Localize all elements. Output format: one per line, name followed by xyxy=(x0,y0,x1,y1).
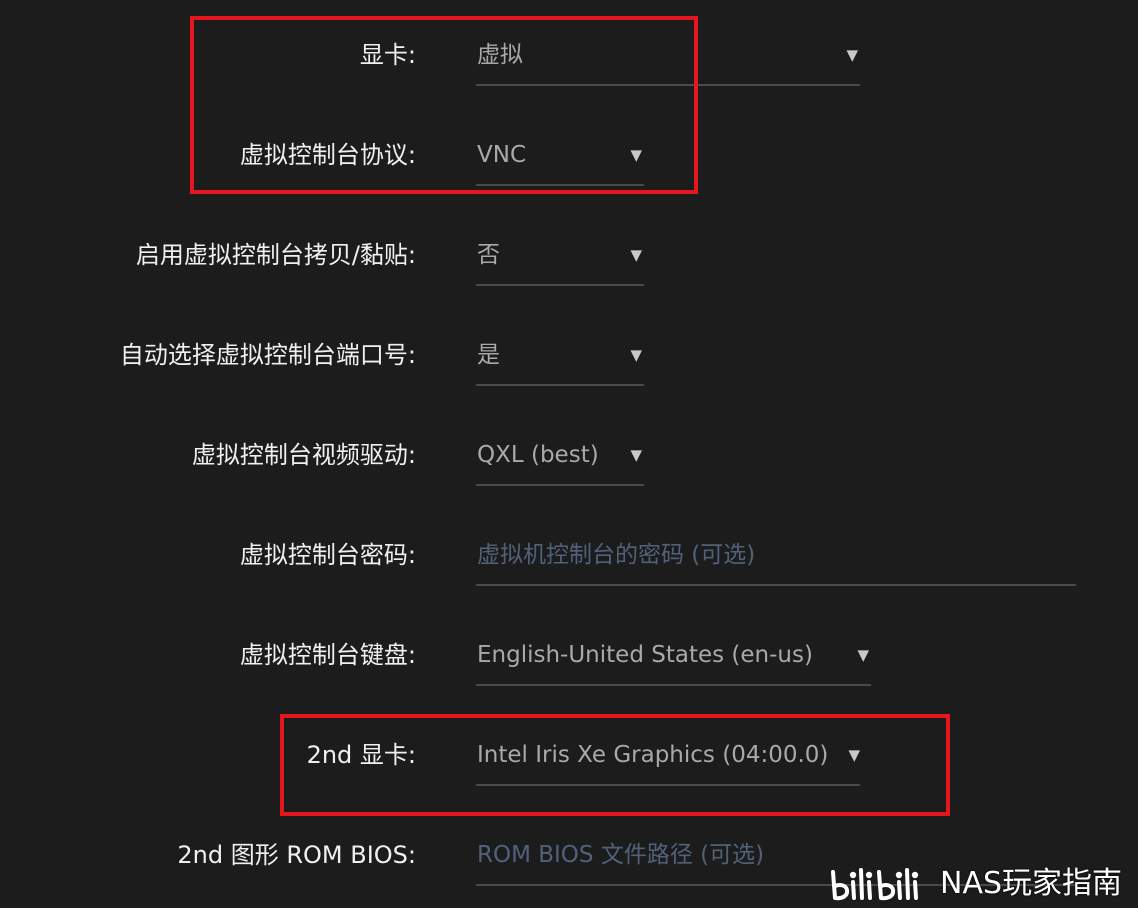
console-password-input[interactable]: 虚拟机控制台的密码 (可选) xyxy=(476,540,1076,586)
second-rom-bios-placeholder: ROM BIOS 文件路径 (可选) xyxy=(477,842,765,868)
chevron-down-icon: ▼ xyxy=(630,446,642,464)
console-copy-paste-select[interactable]: 否 ▼ xyxy=(476,240,644,286)
second-rom-bios-label: 2nd 图形 ROM BIOS: xyxy=(177,841,416,869)
console-keyboard-label: 虚拟控制台键盘: xyxy=(239,641,416,669)
bilibili-logo-icon xyxy=(831,868,919,901)
chevron-down-icon: ▼ xyxy=(846,46,858,64)
chevron-down-icon: ▼ xyxy=(630,246,642,264)
row-console-auto-port: 自动选择虚拟控制台端口号: 是 ▼ xyxy=(0,330,1138,390)
highlight-box-graphics xyxy=(190,16,698,194)
watermark-text: NAS玩家指南 xyxy=(940,866,1123,901)
row-console-keyboard: 虚拟控制台键盘: English-United States (en-us) ▼ xyxy=(0,630,1138,690)
chevron-down-icon: ▼ xyxy=(857,646,869,664)
highlight-box-second-graphics xyxy=(280,714,950,816)
console-password-label: 虚拟控制台密码: xyxy=(239,541,416,569)
console-video-driver-select[interactable]: QXL (best) ▼ xyxy=(476,440,644,486)
console-keyboard-value: English-United States (en-us) xyxy=(477,642,813,668)
console-auto-port-label: 自动选择虚拟控制台端口号: xyxy=(119,341,416,369)
console-video-driver-value: QXL (best) xyxy=(477,442,599,468)
chevron-down-icon: ▼ xyxy=(630,346,642,364)
console-copy-paste-label: 启用虚拟控制台拷贝/黏贴: xyxy=(135,241,416,269)
console-password-placeholder: 虚拟机控制台的密码 (可选) xyxy=(477,542,756,568)
row-console-password: 虚拟控制台密码: 虚拟机控制台的密码 (可选) xyxy=(0,530,1138,590)
console-auto-port-select[interactable]: 是 ▼ xyxy=(476,340,644,386)
console-keyboard-select[interactable]: English-United States (en-us) ▼ xyxy=(476,640,871,686)
console-video-driver-label: 虚拟控制台视频驱动: xyxy=(191,441,416,469)
watermark: NAS玩家指南 xyxy=(828,864,1122,904)
console-auto-port-value: 是 xyxy=(477,342,500,368)
row-console-copy-paste: 启用虚拟控制台拷贝/黏贴: 否 ▼ xyxy=(0,230,1138,290)
console-copy-paste-value: 否 xyxy=(477,242,500,268)
row-console-video-driver: 虚拟控制台视频驱动: QXL (best) ▼ xyxy=(0,430,1138,490)
